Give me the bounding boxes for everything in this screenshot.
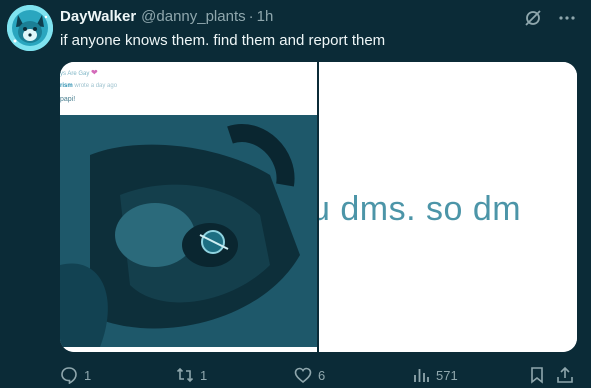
like-icon xyxy=(294,367,312,384)
like-count: 6 xyxy=(318,367,326,383)
tweet-actions: 1 1 6 571 xyxy=(60,366,580,386)
wolf-avatar-image xyxy=(7,5,53,51)
bookmark-button[interactable] xyxy=(528,366,546,384)
screenshot-photo xyxy=(60,115,317,347)
retweet-icon xyxy=(176,367,194,383)
tweet-header: DayWalker @danny_plants · 1h xyxy=(60,8,273,28)
heart-icon: ❤ xyxy=(91,68,98,77)
tweet-text: if anyone knows them. find them and repo… xyxy=(60,32,386,49)
screenshot-author: rism wrote a day ago xyxy=(60,83,118,89)
reply-icon xyxy=(61,367,77,384)
media-container[interactable]: ys Are Gay ❤ rism wrote a day ago papi! xyxy=(60,62,577,352)
more-icon[interactable] xyxy=(557,8,577,28)
bookmark-icon xyxy=(531,367,543,384)
share-button[interactable] xyxy=(556,366,574,384)
user-handle[interactable]: @danny_plants xyxy=(141,8,245,25)
views-icon xyxy=(414,369,429,382)
views-button[interactable]: 571 xyxy=(412,366,458,384)
screenshot-channel-header: ys Are Gay ❤ xyxy=(60,68,98,77)
share-icon xyxy=(557,366,573,383)
reply-button[interactable]: 1 xyxy=(60,366,91,384)
timestamp[interactable]: 1h xyxy=(257,8,274,25)
retweet-button[interactable]: 1 xyxy=(176,366,207,384)
zoomed-text: u dms. so dm xyxy=(319,190,522,228)
like-button[interactable]: 6 xyxy=(294,366,325,384)
avatar[interactable] xyxy=(7,5,53,51)
media-image-right[interactable]: u dms. so dm xyxy=(319,62,577,352)
display-name[interactable]: DayWalker xyxy=(60,8,136,25)
media-image-left[interactable]: ys Are Gay ❤ rism wrote a day ago papi! xyxy=(60,62,317,352)
separator-dot: · xyxy=(248,8,254,25)
views-count: 571 xyxy=(436,367,458,383)
reply-count: 1 xyxy=(84,367,92,383)
screenshot-message: papi! xyxy=(60,96,76,103)
tweet-header-actions xyxy=(523,8,577,28)
retweet-count: 1 xyxy=(200,367,208,383)
grok-icon[interactable] xyxy=(523,8,543,28)
